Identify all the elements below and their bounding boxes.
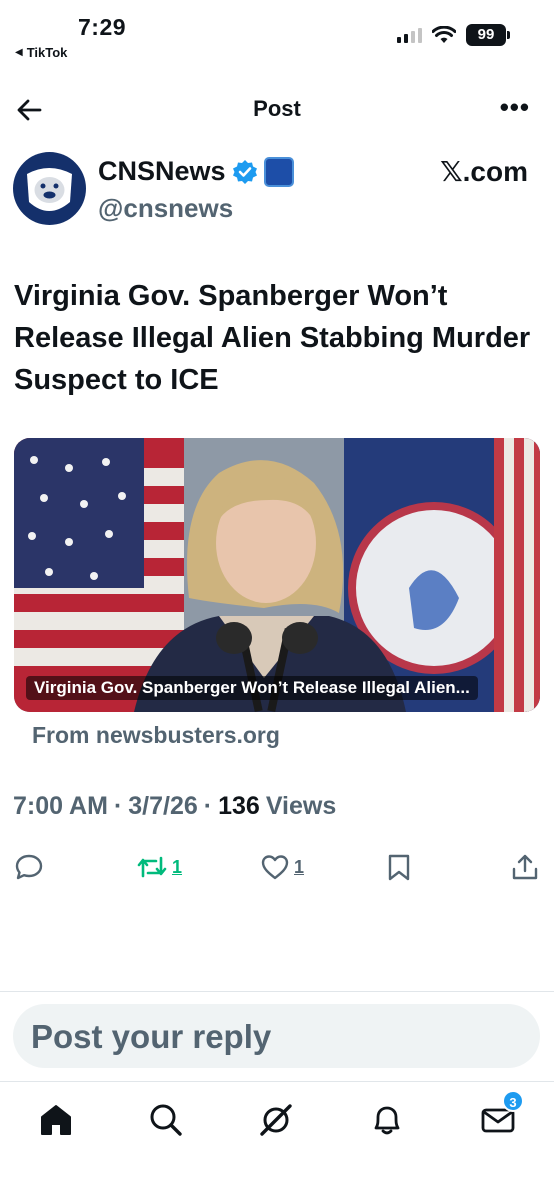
reply-placeholder: Post your reply (31, 1018, 272, 1055)
views-label[interactable]: Views (266, 792, 336, 821)
verified-badge-icon (232, 159, 257, 184)
bell-icon (374, 1106, 400, 1135)
reply-button[interactable] (14, 852, 44, 882)
meta-separator: · (203, 792, 213, 820)
home-icon (41, 1105, 71, 1135)
share-button[interactable] (510, 852, 540, 882)
status-indicators: 99 (397, 24, 510, 46)
status-time: 7:29 (78, 14, 127, 40)
post-text: Virginia Gov. Spanberger Won’t Release I… (14, 280, 531, 396)
views-count[interactable]: 136 (218, 792, 260, 821)
post-actions: 1 1 (0, 850, 554, 886)
search-icon (150, 1104, 182, 1136)
cellular-signal-icon (397, 27, 422, 43)
post-date: 3/7/26 (128, 792, 198, 820)
post-time: 7:00 AM (13, 792, 108, 820)
author-name[interactable]: CNSNews (98, 156, 226, 187)
avatar[interactable] (13, 152, 86, 225)
post-meta: 7:00 AM · 3/7/26 · 136 Views (13, 792, 336, 821)
reply-input[interactable]: Post your reply (13, 1004, 540, 1068)
repost-icon (137, 856, 167, 878)
repost-count[interactable]: 1 (172, 857, 182, 878)
more-options-icon[interactable]: ••• (500, 94, 530, 120)
bookmark-icon (388, 854, 410, 881)
bulldog-logo-icon (13, 152, 86, 225)
card-caption: Virginia Gov. Spanberger Won’t Release I… (26, 676, 478, 700)
share-icon (512, 854, 538, 880)
reply-icon (15, 854, 43, 880)
card-image (14, 438, 540, 712)
post-header: Post ••• (0, 88, 554, 132)
nav-search[interactable] (146, 1100, 186, 1140)
back-to-app-link[interactable]: ◀ TikTok (15, 45, 67, 60)
back-triangle-icon: ◀ (15, 47, 23, 58)
affiliation-badge-icon[interactable] (263, 156, 294, 187)
meta-separator: · (113, 792, 123, 820)
card-source-link[interactable]: From newsbusters.org (32, 722, 280, 749)
author-name-row[interactable]: CNSNews (98, 156, 294, 187)
source-label: 𝕏.com (440, 156, 528, 187)
repost-button[interactable]: 1 (136, 852, 182, 882)
nav-messages[interactable]: 3 (478, 1090, 524, 1140)
bookmark-button[interactable] (385, 852, 413, 882)
bottom-nav: 3 (0, 1090, 554, 1146)
wifi-icon (432, 26, 456, 43)
divider (0, 1081, 554, 1082)
heart-icon (261, 855, 289, 880)
like-button[interactable]: 1 (260, 852, 304, 882)
nav-notifications[interactable] (367, 1100, 407, 1140)
back-app-label: TikTok (26, 45, 68, 60)
battery-indicator: 99 (466, 24, 510, 46)
like-count[interactable]: 1 (294, 857, 304, 878)
divider (0, 991, 554, 992)
link-card[interactable]: Virginia Gov. Spanberger Won’t Release I… (14, 438, 540, 712)
messages-badge: 3 (502, 1090, 524, 1112)
nav-grok[interactable] (256, 1100, 296, 1140)
page-title: Post (253, 96, 301, 121)
nav-home[interactable] (36, 1100, 76, 1140)
grok-icon (260, 1104, 292, 1136)
author-handle[interactable]: @cnsnews (98, 193, 233, 224)
